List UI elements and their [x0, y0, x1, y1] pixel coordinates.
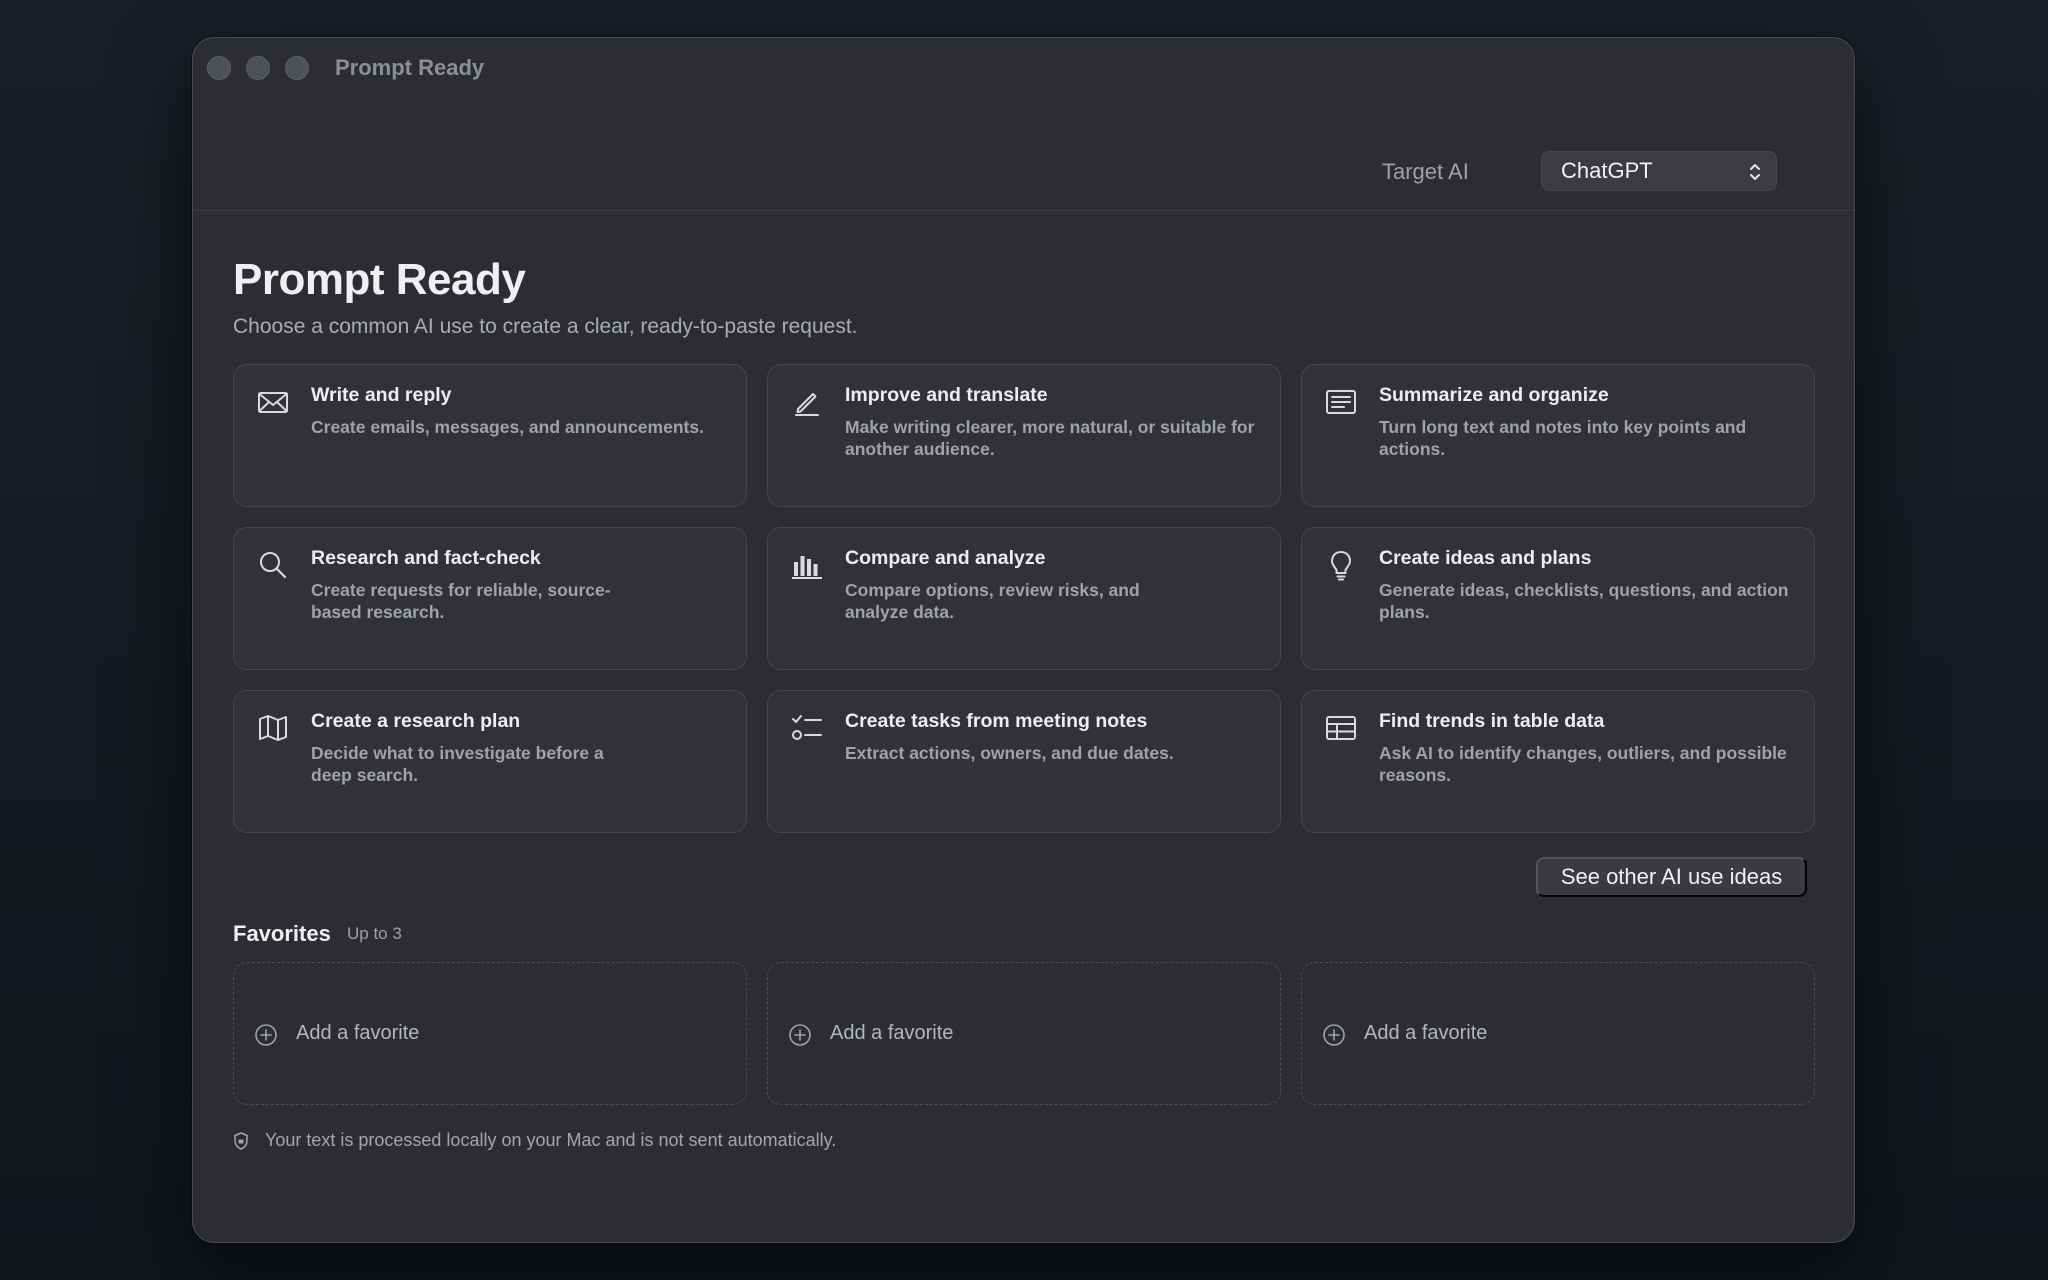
card-description: Extract actions, owners, and due dates.: [845, 743, 1174, 763]
plus-circle-icon: [255, 1024, 277, 1046]
target-ai-value: ChatGPT: [1561, 158, 1653, 183]
desktop-background: Prompt Ready Target AI ChatGPT Prompt Re…: [0, 0, 2048, 1280]
table-icon: [1324, 711, 1358, 745]
add-favorite-slot-3[interactable]: Add a favorite: [1301, 962, 1815, 1105]
card-description: Turn long text and notes into key points…: [1379, 417, 1747, 459]
up-down-chevron-icon: [1750, 164, 1760, 180]
card-improve-and-translate[interactable]: Improve and translate Make writing clear…: [767, 364, 1281, 507]
card-create-a-research-plan[interactable]: Create a research plan Decide what to in…: [233, 690, 747, 833]
page-subtitle: Choose a common AI use to create a clear…: [233, 315, 858, 338]
card-find-trends-in-table-data[interactable]: Find trends in table data Ask AI to iden…: [1301, 690, 1815, 833]
card-create-tasks-from-meeting-notes[interactable]: Create tasks from meeting notes Extract …: [767, 690, 1281, 833]
card-research-and-fact-check[interactable]: Research and fact-check Create requests …: [233, 527, 747, 670]
title-bar: Prompt Ready: [193, 38, 1854, 98]
card-title: Research and fact-check: [311, 547, 541, 569]
privacy-note: Your text is processed locally on your M…: [233, 1130, 836, 1151]
card-compare-and-analyze[interactable]: Compare and analyze Compare options, rev…: [767, 527, 1281, 670]
card-title: Compare and analyze: [845, 547, 1046, 569]
text-list-icon: [1324, 385, 1358, 419]
favorites-limit-note: Up to 3: [347, 924, 402, 943]
plus-circle-icon: [789, 1024, 811, 1046]
card-write-and-reply[interactable]: Write and reply Create emails, messages,…: [233, 364, 747, 507]
page-title: Prompt Ready: [233, 255, 526, 304]
magnifier-icon: [256, 548, 290, 582]
add-favorite-label: Add a favorite: [830, 1022, 954, 1044]
card-description: Create emails, messages, and announcemen…: [311, 417, 704, 437]
plus-circle-icon: [1323, 1024, 1345, 1046]
favorites-heading: Favorites: [233, 921, 331, 946]
card-title: Write and reply: [311, 384, 452, 406]
card-title: Find trends in table data: [1379, 710, 1605, 732]
minimize-window-button[interactable]: [246, 56, 270, 80]
pencil-icon: [790, 385, 824, 419]
see-other-ideas-button[interactable]: See other AI use ideas: [1536, 857, 1807, 897]
card-title: Summarize and organize: [1379, 384, 1609, 406]
card-description: Make writing clearer, more natural, or s…: [845, 417, 1255, 459]
privacy-text: Your text is processed locally on your M…: [265, 1130, 837, 1150]
checklist-icon: [790, 711, 824, 745]
envelope-icon: [256, 385, 290, 419]
target-ai-select[interactable]: ChatGPT: [1541, 151, 1777, 191]
target-ai-label: Target AI: [1382, 159, 1469, 184]
card-title: Create a research plan: [311, 710, 521, 732]
card-description: Decide what to investigate before a deep…: [311, 743, 604, 785]
card-description: Compare options, review risks, and analy…: [845, 580, 1140, 622]
add-favorite-slot-1[interactable]: Add a favorite: [233, 962, 747, 1105]
toolbar: Target AI ChatGPT: [193, 98, 1854, 211]
app-window: Prompt Ready Target AI ChatGPT Prompt Re…: [192, 37, 1855, 1243]
card-description: Ask AI to identify changes, outliers, an…: [1379, 743, 1787, 785]
add-favorite-label: Add a favorite: [1364, 1022, 1488, 1044]
card-title: Improve and translate: [845, 384, 1048, 406]
add-favorite-label: Add a favorite: [296, 1022, 420, 1044]
card-title: Create ideas and plans: [1379, 547, 1592, 569]
shield-icon: [234, 1131, 248, 1150]
card-title: Create tasks from meeting notes: [845, 710, 1148, 732]
add-favorite-slot-2[interactable]: Add a favorite: [767, 962, 1281, 1105]
bar-chart-icon: [790, 548, 824, 582]
card-description: Create requests for reliable, source-bas…: [311, 580, 611, 622]
map-icon: [256, 711, 290, 745]
card-create-ideas-and-plans[interactable]: Create ideas and plans Generate ideas, c…: [1301, 527, 1815, 670]
card-summarize-and-organize[interactable]: Summarize and organize Turn long text an…: [1301, 364, 1815, 507]
card-description: Generate ideas, checklists, questions, a…: [1379, 580, 1789, 622]
lightbulb-icon: [1324, 548, 1358, 582]
window-title: Prompt Ready: [335, 55, 485, 80]
close-window-button[interactable]: [207, 56, 231, 80]
zoom-window-button[interactable]: [285, 56, 309, 80]
